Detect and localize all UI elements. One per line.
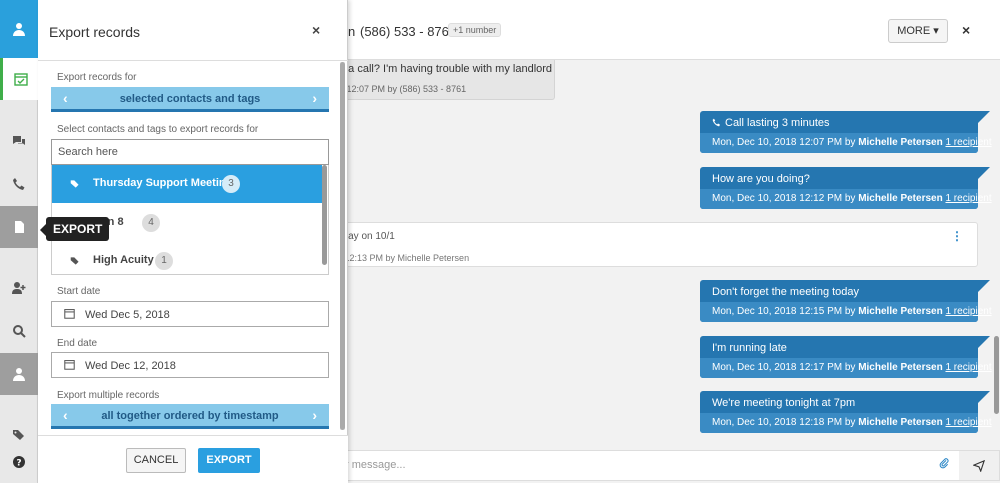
tag-name: Thursday Support Meeting (93, 177, 233, 189)
message-meta: Mon, Dec 10, 2018 12:12 PM by Michelle P… (700, 189, 992, 209)
list-item[interactable]: High Acuity 1 (52, 242, 322, 274)
message-text: Call lasting 3 minutes (712, 117, 830, 129)
close-icon[interactable]: × (312, 22, 320, 38)
export-for-label: Export records for (57, 72, 137, 83)
tag-name: High Acuity (93, 254, 154, 266)
outgoing-message: Call lasting 3 minutes Mon, Dec 10, 2018… (700, 111, 992, 153)
tag-count: 1 (155, 252, 173, 270)
message-text: How are you doing? (712, 173, 810, 185)
recipient-link[interactable]: 1 recipient (945, 137, 991, 148)
user-icon (13, 368, 25, 381)
end-date-label: End date (57, 338, 98, 349)
search-input[interactable]: Search here (51, 139, 329, 165)
start-date-label: Start date (57, 286, 101, 297)
select-label: Select contacts and tags to export recor… (57, 124, 259, 135)
send-icon (973, 459, 985, 472)
outgoing-message: How are you doing? Mon, Dec 10, 2018 12:… (700, 167, 992, 209)
multi-records-label: Export multiple records (57, 390, 160, 401)
help-button[interactable]: ? (0, 441, 38, 483)
export-button[interactable] (0, 206, 38, 248)
end-date-input[interactable]: Wed Dec 12, 2018 (51, 352, 329, 378)
outgoing-message: I'm running late Mon, Dec 10, 2018 12:17… (700, 336, 992, 378)
more-options-icon[interactable]: ⋮ (951, 229, 963, 243)
message-meta: 4 12:07 PM by (586) 533 - 8761 (339, 84, 467, 94)
chat-icon (13, 136, 25, 145)
message-text: Don't forget the meeting today (712, 286, 860, 298)
message-meta: Mon, Dec 10, 2018 12:18 PM by Michelle P… (700, 413, 992, 433)
recipient-link[interactable]: 1 recipient (945, 193, 991, 204)
tag-list-scrollbar[interactable] (322, 165, 327, 265)
account-button[interactable] (0, 353, 38, 395)
message-meta: Mon, Dec 10, 2018 12:15 PM by Michelle P… (700, 302, 992, 322)
start-date-value: Wed Dec 5, 2018 (85, 309, 170, 321)
recipient-link[interactable]: 1 recipient (945, 362, 991, 373)
outgoing-message: Don't forget the meeting today Mon, Dec … (700, 280, 992, 322)
calls-button[interactable] (0, 163, 38, 205)
contact-name-fragment: n (348, 24, 356, 39)
calendar-button[interactable] (0, 58, 38, 100)
message-composer[interactable]: r message... (330, 450, 1000, 481)
attachment-icon[interactable] (939, 458, 950, 472)
document-icon (15, 221, 24, 233)
cancel-button[interactable]: CANCEL (126, 448, 186, 473)
recipient-link[interactable]: 1 recipient (945, 306, 991, 317)
profile-button[interactable] (0, 0, 38, 58)
tag-count: 3 (222, 175, 240, 193)
end-date-value: Wed Dec 12, 2018 (85, 360, 176, 372)
tag-count: 4 (142, 214, 160, 232)
tag-icon (70, 256, 80, 269)
export-submit-button[interactable]: EXPORT (198, 448, 260, 473)
extra-numbers-badge[interactable]: +1 number (448, 23, 502, 37)
message-meta: Mon, Dec 10, 2018 12:07 PM by Michelle P… (700, 133, 992, 153)
tag-icon (70, 179, 80, 192)
close-icon[interactable]: × (962, 22, 970, 38)
conversation-scrollbar[interactable] (994, 336, 999, 414)
user-icon (13, 23, 25, 36)
phone-icon (13, 178, 25, 190)
more-button[interactable]: MORE ▾ (888, 19, 948, 43)
message-input[interactable]: r message... (345, 459, 406, 471)
panel-scrollbar[interactable] (340, 62, 345, 430)
multi-records-selector[interactable]: ‹ all together ordered by timestamp › (51, 404, 329, 429)
incoming-message: e a call? I'm having trouble with my lan… (330, 60, 555, 100)
phone-icon (712, 118, 721, 127)
svg-text:?: ? (16, 459, 21, 469)
multi-records-value: all together ordered by timestamp (101, 410, 279, 422)
send-button[interactable] (959, 451, 999, 480)
calendar-icon (64, 359, 75, 373)
chevron-right-icon[interactable]: › (312, 90, 317, 106)
panel-title: Export records (49, 24, 141, 40)
message-text: e a call? I'm having trouble with my lan… (339, 63, 553, 75)
note-meta: 4 12:13 PM by Michelle Petersen (337, 253, 470, 263)
message-meta: Mon, Dec 10, 2018 12:17 PM by Michelle P… (700, 358, 992, 378)
contact-phone: (586) 533 - 8761 (360, 24, 457, 39)
messages-button[interactable] (0, 120, 38, 162)
list-item[interactable]: Thursday Support Meeting 3 (52, 165, 322, 203)
export-tooltip: EXPORT (39, 217, 110, 241)
chevron-right-icon[interactable]: › (312, 407, 317, 423)
recipient-link[interactable]: 1 recipient (945, 417, 991, 428)
outgoing-message: We're meeting tonight at 7pm Mon, Dec 10… (700, 391, 992, 433)
tags-icon (13, 430, 24, 440)
start-date-input[interactable]: Wed Dec 5, 2018 (51, 301, 329, 327)
calendar-icon (64, 308, 75, 322)
note-card: oday on 10/1 4 12:13 PM by Michelle Pete… (330, 222, 978, 267)
add-user-icon (12, 282, 26, 294)
add-contact-button[interactable] (0, 267, 38, 309)
icon-rail: ? (0, 0, 38, 483)
search-button[interactable] (0, 310, 38, 352)
message-text: We're meeting tonight at 7pm (712, 397, 856, 409)
export-panel: Export records × Export records for ‹ se… (38, 0, 348, 483)
message-text: I'm running late (712, 342, 787, 354)
panel-footer: CANCEL EXPORT (38, 435, 348, 483)
search-icon (13, 325, 26, 338)
calendar-check-icon (13, 73, 28, 86)
export-for-selector[interactable]: ‹ selected contacts and tags › (51, 87, 329, 112)
help-icon: ? (13, 456, 25, 469)
export-for-value: selected contacts and tags (119, 93, 261, 105)
